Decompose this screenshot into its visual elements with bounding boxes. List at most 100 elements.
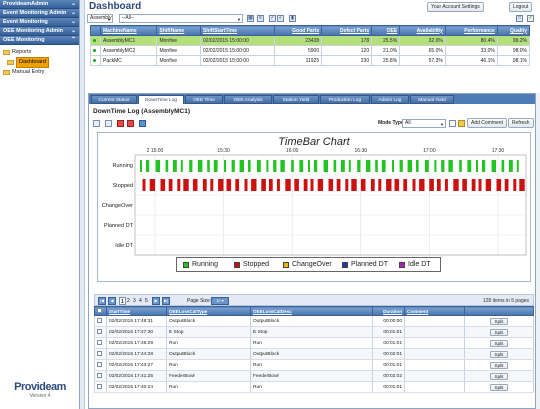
split-button[interactable]: Split xyxy=(489,361,509,369)
tab-current-status[interactable]: Current Status xyxy=(91,95,137,104)
refresh-button[interactable]: Refresh xyxy=(508,118,534,128)
filter-icon[interactable]: ◐ xyxy=(277,15,284,22)
lock-icon[interactable] xyxy=(458,120,465,127)
row-checkbox[interactable] xyxy=(97,372,102,378)
legend-planned-dt: Planned DT xyxy=(342,261,388,268)
tab-production-log[interactable]: Production Log xyxy=(320,95,370,104)
page-4[interactable]: 4 xyxy=(139,297,142,305)
col-good-parts[interactable]: Good Parts xyxy=(274,25,323,36)
row-select[interactable] xyxy=(94,370,107,382)
checkbox-icon[interactable]: ✓ xyxy=(269,15,276,22)
tab-oee-time[interactable]: OEE Time xyxy=(185,95,223,104)
col-defect-parts[interactable]: Defect Parts xyxy=(321,25,373,36)
table-row[interactable]: PackMC Monfive 02/02/2015 15:00:00 11925… xyxy=(90,55,531,66)
row-select[interactable] xyxy=(94,326,107,338)
split-button[interactable]: Split xyxy=(489,339,509,347)
pdf-icon[interactable] xyxy=(117,120,124,127)
oee: 25.5% xyxy=(371,35,401,46)
loss-cat-type: OutputBlock xyxy=(166,348,251,360)
row-checkbox[interactable] xyxy=(97,339,102,345)
split-button[interactable]: Split xyxy=(489,350,509,358)
chart-icon[interactable]: ▮ xyxy=(289,15,296,22)
sidebar-section-event-monitoring-admin[interactable]: Event Monitoring Admin ⌄ xyxy=(0,9,79,18)
last-page-icon[interactable]: ▶| xyxy=(162,297,170,305)
tab-oee-analysis[interactable]: OEE Analysis xyxy=(224,95,272,104)
split-button[interactable]: Split xyxy=(489,383,509,391)
window-icon[interactable]: □ xyxy=(516,15,523,22)
sidebar-section-oee-monitoring-admin[interactable]: OEE Monitoring Admin ⌄ xyxy=(0,27,79,36)
split-button[interactable]: Split xyxy=(489,328,509,336)
table-row[interactable]: 02/02/2015 17:46:29 Run Run 00:01:01 Spl… xyxy=(94,337,534,349)
table-row[interactable]: 02/02/2015 17:41:25 FeederBowl FeederBow… xyxy=(94,370,534,382)
split-button[interactable]: Split xyxy=(489,317,509,325)
col-loss-cat-type[interactable]: OEELossCatType xyxy=(166,306,251,316)
page-size-select[interactable]: 10 ▾ xyxy=(211,297,229,305)
tree-item-dashboard[interactable]: Dashboard xyxy=(3,57,79,68)
quality: 98.0% xyxy=(496,45,531,56)
col-loss-cat-desc[interactable]: OEELossCatDesc xyxy=(250,306,373,316)
row-select[interactable] xyxy=(94,359,107,371)
filter-checkbox[interactable] xyxy=(449,120,456,127)
table-row[interactable]: 02/02/2015 17:44:28 OutputBlock OutputBl… xyxy=(94,348,534,360)
row-select[interactable] xyxy=(94,337,107,349)
tab-station-yield[interactable]: Station Yield xyxy=(273,95,319,104)
col-availability[interactable]: Availability xyxy=(399,25,446,36)
vertical-scrollbar[interactable] xyxy=(536,93,540,409)
print-icon[interactable] xyxy=(93,120,100,127)
page-2[interactable]: 2 xyxy=(127,297,130,305)
row-select[interactable] xyxy=(94,348,107,360)
row-select[interactable] xyxy=(94,381,107,393)
col-machine-name[interactable]: MachineName xyxy=(99,25,158,36)
account-settings-button[interactable]: Your Account Settings xyxy=(427,2,484,12)
sidebar-section-oee-monitoring[interactable]: OEE Monitoring ⌃ xyxy=(0,36,79,45)
export-icon[interactable] xyxy=(105,120,112,127)
table-row[interactable]: 02/02/2015 17:48:31 OutputBlock OutputBl… xyxy=(94,315,534,327)
page-5[interactable]: 5 xyxy=(145,297,148,305)
row-select[interactable] xyxy=(94,315,107,327)
page-1[interactable]: 1 xyxy=(119,297,126,305)
area-select[interactable]: Assembly ▼ xyxy=(87,14,113,23)
table-row[interactable]: AssemblyMC1 Monfive 02/02/2015 15:00:00 … xyxy=(90,35,531,46)
tab-downtime-log[interactable]: DownTime Log xyxy=(138,95,184,104)
first-page-icon[interactable]: |◀ xyxy=(98,297,106,305)
add-comment-button[interactable]: Add Comment xyxy=(467,118,507,128)
tab-manual-yield[interactable]: Manual Yield xyxy=(410,95,454,104)
page-3[interactable]: 3 xyxy=(133,297,136,305)
col-duration[interactable]: Duration xyxy=(372,306,405,316)
row-checkbox[interactable] xyxy=(97,328,102,334)
pdf-export-icon[interactable] xyxy=(127,120,134,127)
table-row[interactable]: 02/02/2015 17:47:30 E Stop E Stop 00:01:… xyxy=(94,326,534,338)
col-select[interactable] xyxy=(94,306,107,316)
table-row[interactable]: AssemblyMC2 Monfive 02/02/2015 15:00:00 … xyxy=(90,45,531,56)
next-page-icon[interactable]: ▶ xyxy=(152,297,160,305)
stopped-bar xyxy=(336,179,341,191)
col-shift-start[interactable]: ShiftStartTime xyxy=(199,25,276,36)
col-quality[interactable]: Quality xyxy=(496,25,531,36)
line-select[interactable]: --All-- ▼ xyxy=(119,14,243,23)
list-view-icon[interactable]: ≡ xyxy=(257,15,264,22)
mode-type-select[interactable]: All ▼ xyxy=(402,119,446,128)
row-checkbox[interactable] xyxy=(97,383,102,389)
prev-page-icon[interactable]: ◀ xyxy=(108,297,116,305)
table-row[interactable]: 02/02/2015 17:40:24 Run Run 00:01:01 Spl… xyxy=(94,381,534,393)
tree-item-manual-entry[interactable]: Manual Entry xyxy=(3,68,79,77)
tab-admin-log[interactable]: Admin Log xyxy=(371,95,409,104)
col-start-time[interactable]: StartTime xyxy=(106,306,167,316)
col-comment[interactable]: Comment xyxy=(404,306,465,316)
tree-item-reports[interactable]: Reports xyxy=(3,48,79,57)
split-button[interactable]: Split xyxy=(489,372,509,380)
col-performance[interactable]: Performance xyxy=(444,25,498,36)
save-icon[interactable] xyxy=(139,120,146,127)
col-shift-name[interactable]: ShiftName xyxy=(156,25,201,36)
grid-view-icon[interactable]: ▦ xyxy=(247,15,254,22)
sidebar-section-event-monitoring[interactable]: Event Monitoring ⌄ xyxy=(0,18,79,27)
row-checkbox[interactable] xyxy=(97,350,102,356)
row-checkbox[interactable] xyxy=(97,317,102,323)
select-all-checkbox[interactable] xyxy=(97,308,102,313)
check-toggle-icon[interactable]: ✓ xyxy=(527,15,534,22)
row-checkbox[interactable] xyxy=(97,361,102,367)
col-oee[interactable]: OEE xyxy=(371,25,401,36)
table-row[interactable]: 02/02/2015 17:43:27 Run Run 00:01:01 Spl… xyxy=(94,359,534,371)
sidebar-section-provideam-admin[interactable]: ProvideamAdmin ⌄ xyxy=(0,0,79,9)
logout-button[interactable]: Logout xyxy=(509,2,533,12)
